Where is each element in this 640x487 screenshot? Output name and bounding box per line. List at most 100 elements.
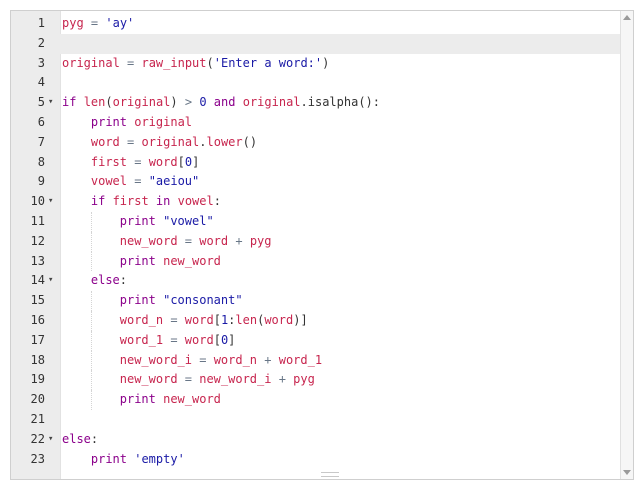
code-token: pyg: [62, 16, 84, 30]
code-token: pyg: [249, 233, 272, 248]
line-number: 11: [30, 213, 45, 228]
code-line[interactable]: 6 print original: [11, 113, 633, 133]
line-number: 13: [30, 253, 45, 268]
code-line[interactable]: 15 print "consonant": [11, 291, 633, 311]
line-number: 20: [30, 392, 45, 407]
line-number: 14: [30, 273, 45, 288]
fold-toggle-icon[interactable]: ▾: [48, 430, 58, 450]
code-token: first: [90, 154, 127, 169]
code-token: :: [90, 431, 99, 446]
code-token: 'empty': [134, 451, 185, 466]
line-number: 18: [30, 352, 45, 367]
code-token: [: [213, 332, 221, 347]
code-text: word = original.lower(): [91, 133, 257, 153]
code-line[interactable]: 22 ▾ else:: [11, 430, 633, 450]
code-line[interactable]: 4: [11, 73, 633, 93]
code-token: word_n: [213, 352, 258, 367]
code-token: new_word_i: [199, 372, 272, 387]
code-token: word: [264, 312, 294, 327]
line-number: 10: [30, 194, 45, 209]
line-number: 19: [30, 372, 45, 387]
code-line[interactable]: 23 print 'empty': [11, 450, 633, 470]
indent-guide: [90, 350, 92, 371]
code-text: print original: [91, 113, 192, 133]
code-token: original: [112, 95, 171, 110]
code-lines[interactable]: 1 pyg = 'ay' 2 3 original = raw_input('Enter…: [11, 14, 633, 469]
code-token: =: [177, 233, 200, 248]
fold-toggle-icon[interactable]: ▾: [48, 271, 58, 291]
code-line[interactable]: 3 original = raw_input('Enter a word:'): [11, 54, 633, 74]
code-token: =: [119, 55, 142, 70]
code-token: =: [127, 154, 149, 169]
code-token: =: [192, 352, 214, 367]
line-number: 6: [37, 114, 45, 129]
code-text: new_word_i = word_n + word_1: [120, 351, 322, 371]
code-token: original: [62, 55, 120, 70]
code-token: .: [199, 134, 207, 149]
line-number: 23: [30, 451, 45, 466]
code-editor[interactable]: 1 pyg = 'ay' 2 3 original = raw_input('Enter…: [10, 10, 634, 480]
code-line[interactable]: 13 print new_word: [11, 251, 633, 272]
scroll-down-icon[interactable]: [623, 470, 631, 475]
line-number: 8: [37, 154, 45, 169]
code-token: >: [184, 95, 193, 110]
resize-handle-icon[interactable]: [321, 472, 339, 477]
code-line[interactable]: 5 ▾ if len(original) > 0 and original.isal…: [11, 93, 633, 113]
code-token: word: [90, 134, 120, 149]
code-line[interactable]: 10 ▾ if first in vowel:: [11, 192, 633, 212]
code-token: [: [213, 312, 221, 327]
code-token: +: [228, 233, 250, 248]
code-line[interactable]: 16 word_n = word[1:len(word)]: [11, 310, 633, 331]
code-line[interactable]: 19 new_word = new_word_i + pyg: [11, 370, 633, 391]
code-line[interactable]: 17 word_1 = word[0]: [11, 330, 633, 351]
code-line[interactable]: 12 new_word = word + pyg: [11, 231, 633, 252]
code-token: print: [119, 392, 156, 407]
code-token: first: [112, 194, 149, 209]
code-text: else:: [62, 430, 98, 450]
indent-guide: [90, 231, 92, 252]
code-line[interactable]: 18 new_word_i = word_n + word_1: [11, 350, 633, 371]
code-text: word_n = word[1:len(word)]: [120, 311, 308, 331]
code-token: else: [90, 273, 120, 288]
code-line[interactable]: 8 first = word[0]: [11, 153, 633, 173]
code-token: print: [119, 293, 156, 308]
line-number: 16: [30, 312, 45, 327]
code-token: :: [119, 273, 128, 288]
code-text: new_word = word + pyg: [120, 232, 272, 252]
code-text: else:: [91, 271, 127, 291]
code-token: +: [257, 352, 279, 367]
code-token: print: [90, 451, 127, 466]
indent-guide: [90, 310, 92, 331]
code-text: print "consonant": [120, 291, 243, 311]
code-line[interactable]: 11 print "vowel": [11, 211, 633, 232]
line-number: 12: [30, 233, 45, 248]
indent-guide: [90, 291, 92, 311]
fold-toggle-icon[interactable]: ▾: [48, 93, 58, 113]
code-line[interactable]: 1 pyg = 'ay': [11, 14, 633, 34]
code-line[interactable]: 20 print new_word: [11, 390, 633, 410]
code-token: =: [163, 332, 185, 347]
code-line[interactable]: 7 word = original.lower(): [11, 133, 633, 153]
line-number: 3: [37, 55, 45, 70]
code-token: new_word_i: [119, 352, 192, 367]
code-token: word: [148, 154, 178, 169]
code-line[interactable]: 21: [11, 410, 633, 430]
code-text: pyg = 'ay': [62, 14, 134, 34]
code-token: )]: [293, 312, 308, 327]
indent-guide: [90, 211, 92, 232]
vertical-scrollbar[interactable]: [620, 11, 633, 479]
code-line[interactable]: 2: [11, 33, 633, 54]
code-line[interactable]: 14 ▾ else:: [11, 271, 633, 291]
code-text: original = raw_input('Enter a word:'): [62, 54, 329, 74]
fold-toggle-icon[interactable]: ▾: [48, 192, 58, 212]
code-line[interactable]: 9 vowel = "aeiou": [11, 172, 633, 192]
code-text: if len(original) > 0 and original.isalph…: [62, 93, 380, 113]
code-token: vowel: [177, 194, 214, 209]
code-token: new_word: [119, 372, 178, 387]
scroll-up-icon[interactable]: [623, 15, 631, 20]
code-text: print 'empty': [91, 450, 185, 470]
code-token: word: [184, 332, 214, 347]
code-token: ]: [228, 332, 236, 347]
